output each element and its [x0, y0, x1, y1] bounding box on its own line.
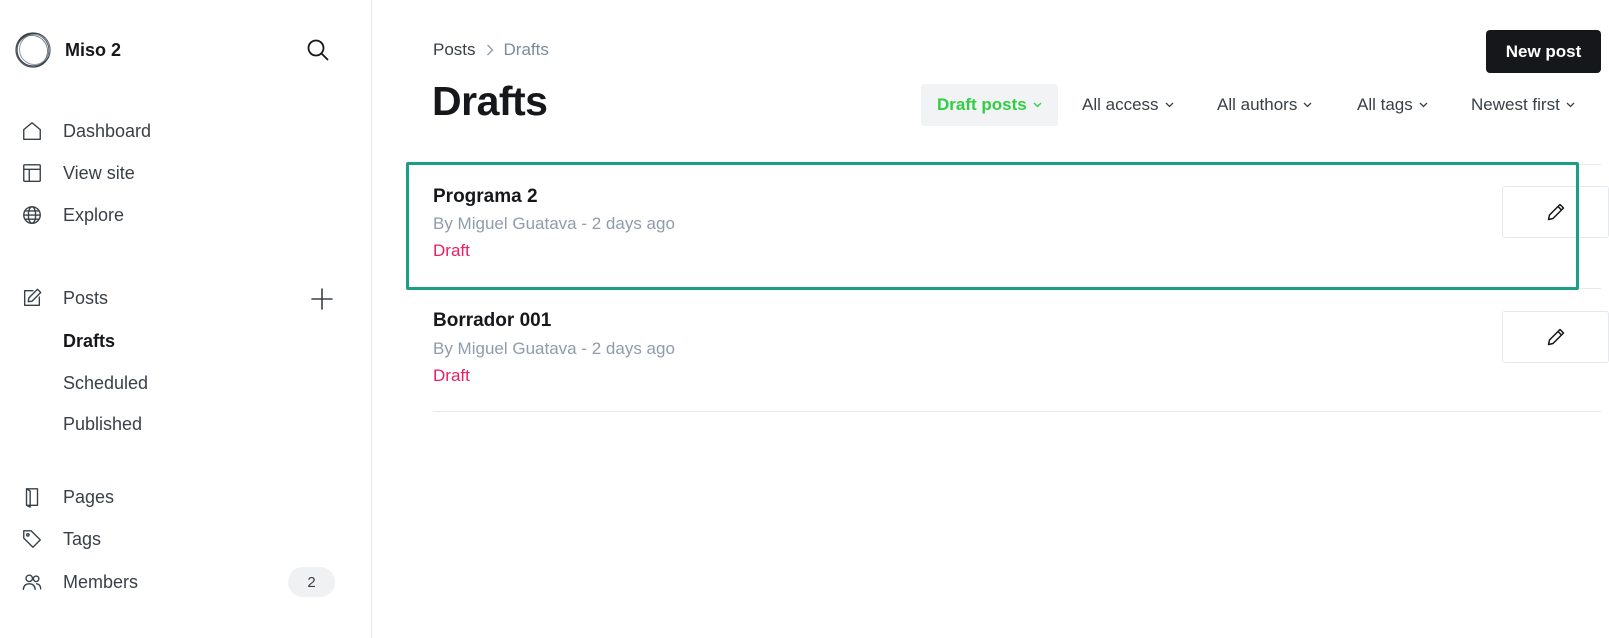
post-title[interactable]: Programa 2	[433, 186, 538, 208]
add-post-button[interactable]	[309, 286, 335, 312]
chevron-down-icon	[1165, 102, 1174, 108]
post-status: Draft	[433, 366, 470, 385]
breadcrumb-current: Drafts	[503, 40, 549, 59]
post-meta: By Miguel Guatava - 2 days ago	[433, 339, 675, 358]
tag-icon	[20, 527, 44, 551]
sidebar-subitem-drafts[interactable]: Drafts	[63, 328, 115, 354]
filter-sort-dropdown[interactable]: Newest first	[1471, 84, 1575, 126]
filter-tags-dropdown[interactable]: All tags	[1357, 84, 1428, 126]
brand[interactable]: Miso 2	[14, 31, 121, 69]
filter-sort-label: Newest first	[1471, 95, 1560, 114]
page-icon	[20, 485, 44, 509]
filter-access-label: All access	[1082, 95, 1159, 114]
breadcrumb: Posts Drafts	[433, 40, 549, 60]
filter-tags-label: All tags	[1357, 95, 1413, 114]
sidebar-item-members[interactable]: Members	[20, 567, 138, 597]
members-count-badge: 2	[288, 567, 335, 597]
search-button[interactable]	[304, 36, 332, 64]
pencil-square-icon	[20, 286, 44, 310]
chevron-down-icon	[1566, 102, 1575, 108]
breadcrumb-posts-link[interactable]: Posts	[433, 40, 476, 60]
post-list-item[interactable]: Programa 2 By Miguel Guatava - 2 days ag…	[433, 164, 1609, 288]
post-title[interactable]: Borrador 001	[433, 310, 551, 332]
sidebar-item-label: Pages	[63, 486, 115, 507]
filter-type-label: Draft posts	[937, 95, 1027, 114]
sidebar-item-label: Dashboard	[63, 120, 152, 141]
globe-icon	[20, 203, 44, 227]
home-icon	[20, 119, 44, 143]
pencil-icon	[1547, 328, 1564, 346]
edit-post-button[interactable]	[1502, 311, 1609, 363]
sidebar-item-tags[interactable]: Tags	[20, 524, 101, 554]
chevron-right-icon	[486, 44, 494, 56]
brand-logo-icon	[15, 32, 51, 68]
sidebar-item-label: Tags	[63, 528, 102, 549]
filter-access-dropdown[interactable]: All access	[1082, 84, 1174, 126]
sidebar-item-dashboard[interactable]: Dashboard	[20, 116, 151, 146]
sidebar: Miso 2 Dashboard View site Explore Posts…	[0, 0, 372, 638]
sidebar-item-explore[interactable]: Explore	[20, 200, 124, 230]
new-post-button[interactable]: New post	[1486, 30, 1601, 73]
sidebar-item-posts[interactable]: Posts	[20, 283, 108, 313]
post-status: Draft	[433, 241, 470, 260]
layout-icon	[20, 161, 44, 185]
search-icon	[307, 39, 329, 61]
sidebar-item-label: Explore	[63, 204, 125, 225]
page-title: Drafts	[432, 78, 548, 124]
pencil-icon	[1547, 203, 1564, 221]
sidebar-subitem-published[interactable]: Published	[63, 411, 142, 437]
post-list-item[interactable]: Borrador 001 By Miguel Guatava - 2 days …	[433, 288, 1609, 412]
chevron-down-icon	[1303, 102, 1312, 108]
brand-name: Miso 2	[65, 39, 122, 60]
sidebar-item-label: Posts	[63, 287, 109, 308]
sidebar-subitem-scheduled[interactable]: Scheduled	[63, 370, 148, 396]
sidebar-item-pages[interactable]: Pages	[20, 482, 114, 512]
post-meta: By Miguel Guatava - 2 days ago	[433, 214, 675, 233]
sidebar-item-label: View site	[63, 162, 135, 183]
filter-authors-dropdown[interactable]: All authors	[1217, 84, 1312, 126]
members-icon	[20, 570, 44, 594]
edit-post-button[interactable]	[1502, 186, 1609, 238]
filter-authors-label: All authors	[1217, 95, 1298, 114]
sidebar-item-view-site[interactable]: View site	[20, 158, 135, 188]
filter-type-dropdown[interactable]: Draft posts	[921, 84, 1058, 126]
sidebar-item-label: Members	[63, 571, 139, 592]
chevron-down-icon	[1419, 102, 1428, 108]
chevron-down-icon	[1033, 102, 1042, 108]
plus-icon	[311, 288, 333, 310]
